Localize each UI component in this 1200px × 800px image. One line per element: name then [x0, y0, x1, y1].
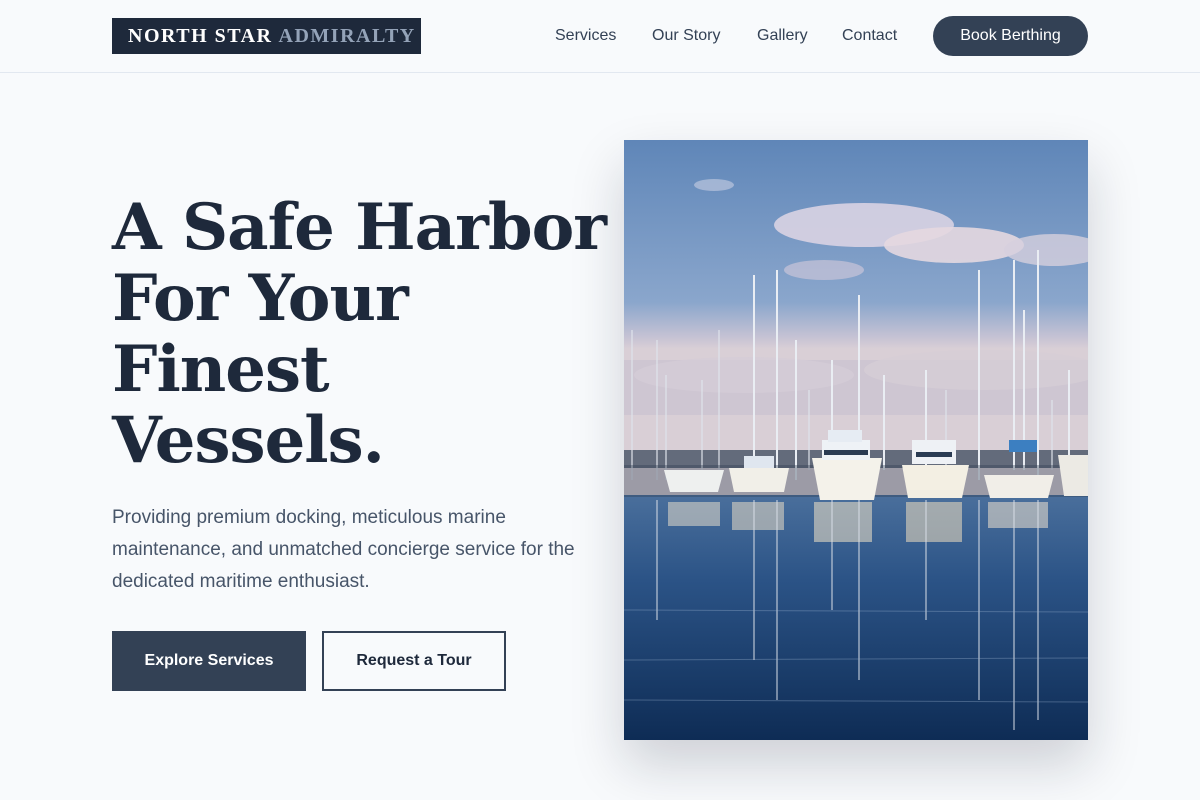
book-berthing-button[interactable]: Book Berthing — [933, 16, 1088, 56]
hero-title-line: Vessels. — [112, 403, 385, 478]
hero-title-line: Finest — [112, 332, 330, 407]
hero-subtitle: Providing premium docking, meticulous ma… — [112, 507, 575, 592]
explore-services-button[interactable]: Explore Services — [112, 631, 306, 691]
nav-link-services[interactable]: Services — [555, 16, 616, 56]
marina-photo — [624, 140, 1088, 740]
nav-link-our-story[interactable]: Our Story — [652, 16, 720, 56]
nav-link-gallery[interactable]: Gallery — [757, 16, 808, 56]
nav-link-contact[interactable]: Contact — [842, 16, 897, 56]
hero-title-line: For Your — [112, 261, 409, 336]
request-tour-button[interactable]: Request a Tour — [322, 631, 506, 691]
hero-title-line: A Safe Harbor — [112, 190, 607, 265]
site-header: NORTH STAR ADMIRALTY Services Our Story … — [0, 0, 1200, 73]
hero-title: A Safe Harbor For Your Finest Vessels. — [112, 190, 607, 478]
